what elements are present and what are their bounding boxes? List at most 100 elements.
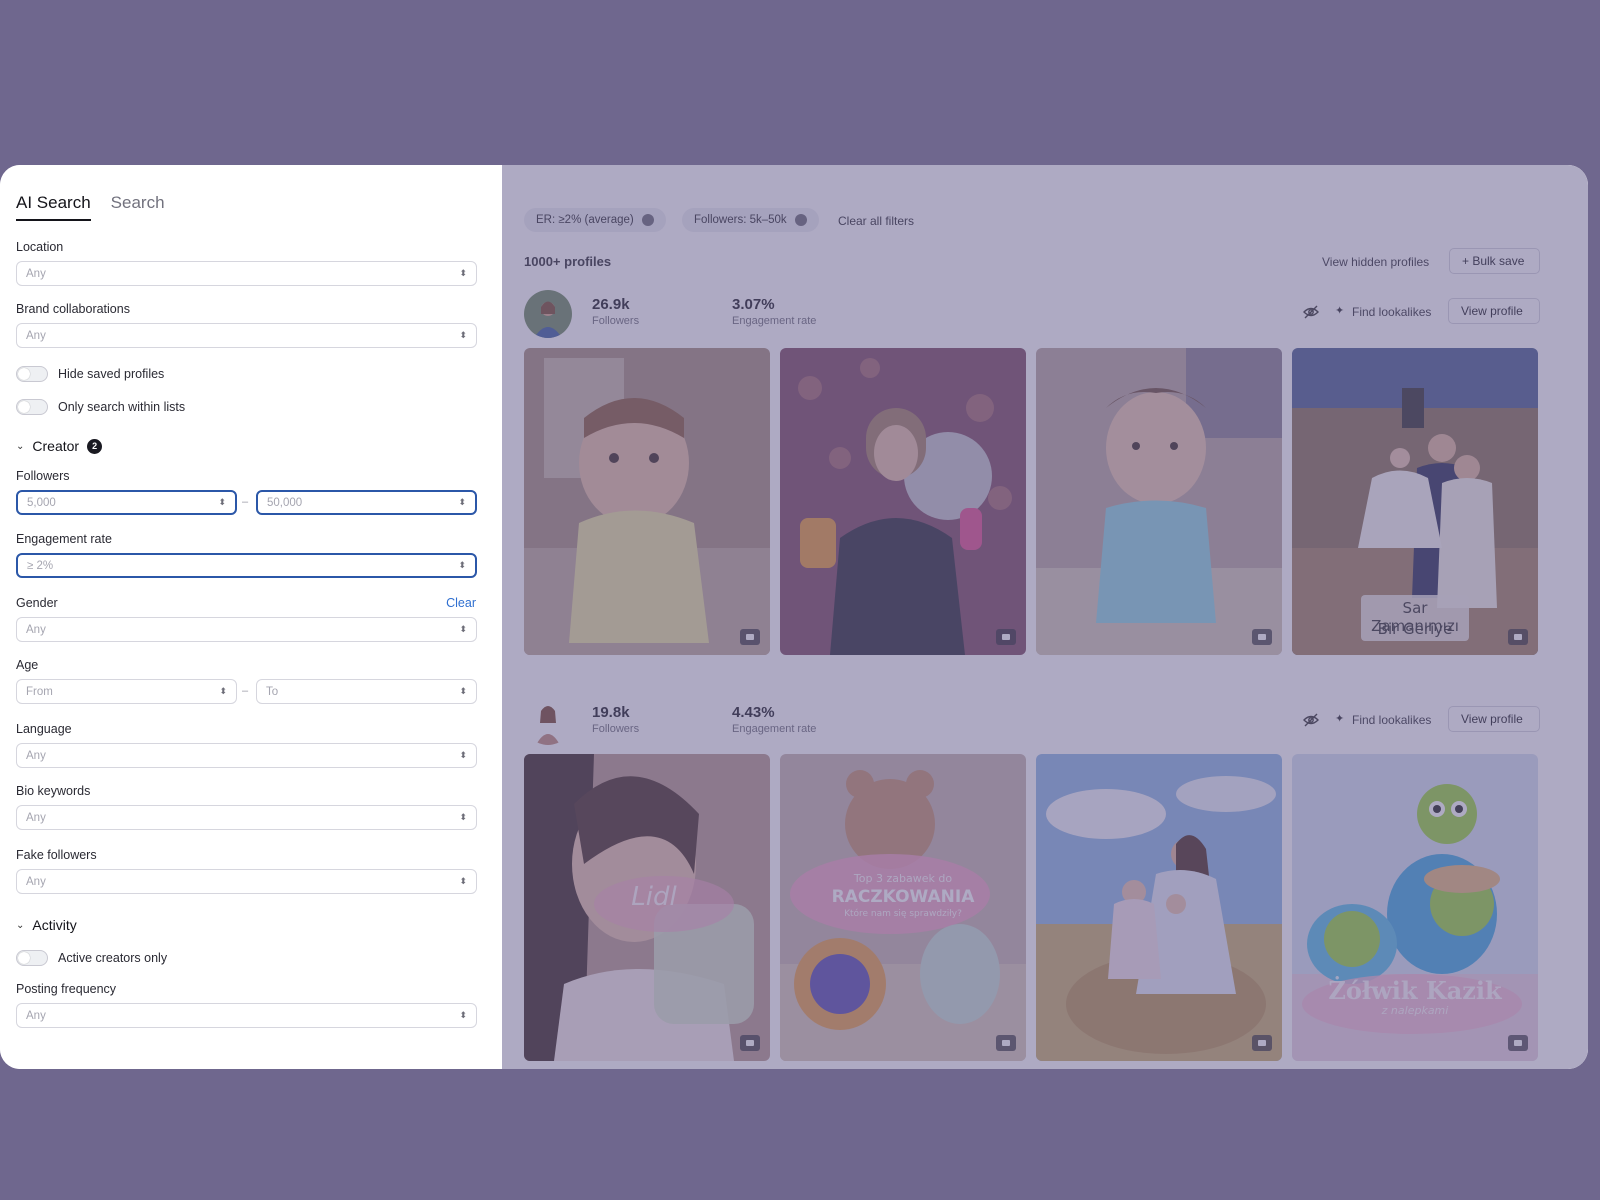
video-icon	[740, 629, 760, 645]
chevron-updown-icon: ⬍	[459, 876, 467, 886]
find-lookalikes-button[interactable]: Find lookalikes	[1352, 305, 1431, 319]
filter-sidebar: AI Search Search Location Any ⬍ Brand col…	[0, 165, 502, 1069]
avatar[interactable]	[524, 290, 572, 338]
filter-chip-er[interactable]: ER: ≥2% (average)	[524, 208, 666, 232]
fake-followers-value: Any	[26, 875, 46, 888]
post-caption-line: Które nam się sprawdziły?	[844, 909, 962, 919]
age-to-value: To	[266, 685, 279, 698]
post-thumbnail[interactable]: Sar Zamanımızı Bir Geriye	[1292, 348, 1538, 655]
chevron-down-icon: ⌄	[16, 919, 25, 931]
engagement-select[interactable]: ≥ 2% ⬍	[16, 553, 477, 578]
post-thumbnail[interactable]	[780, 348, 1026, 655]
posting-frequency-select[interactable]: Any ⬍	[16, 1003, 477, 1028]
tab-ai-search[interactable]: AI Search	[16, 193, 91, 221]
hide-profile-icon[interactable]	[1302, 711, 1320, 729]
chevron-updown-icon: ⬍	[458, 560, 466, 570]
chevron-updown-icon: ⬍	[458, 497, 466, 507]
active-only-toggle[interactable]	[16, 950, 48, 966]
fake-followers-label: Fake followers	[16, 848, 97, 862]
engagement-value: ≥ 2%	[27, 559, 54, 572]
video-icon	[996, 629, 1016, 645]
engagement-label: Engagement rate	[16, 532, 112, 546]
post-thumbnail[interactable]	[1036, 754, 1282, 1061]
tab-search[interactable]: Search	[111, 193, 165, 221]
post-thumbnail[interactable]	[1036, 348, 1282, 655]
chevron-updown-icon: ⬍	[459, 268, 467, 278]
bio-value: Any	[26, 811, 46, 824]
results-count: 1000+ profiles	[524, 254, 612, 269]
chevron-down-icon: ⌄	[16, 440, 25, 452]
location-label: Location	[16, 240, 64, 254]
hide-saved-row: Hide saved profiles	[16, 366, 164, 382]
sparkle-icon: ✦	[1335, 305, 1345, 317]
bulk-save-button[interactable]: + Bulk save	[1449, 248, 1540, 274]
activity-section-label: Activity	[32, 917, 77, 933]
video-icon	[740, 1035, 760, 1051]
chevron-updown-icon: ⬍	[459, 812, 467, 822]
location-value: Any	[26, 267, 46, 280]
engagement-rate-value: 4.43%	[732, 704, 775, 721]
video-icon	[1508, 1035, 1528, 1051]
followers-count: 19.8k	[592, 704, 630, 721]
active-only-row: Active creators only	[16, 950, 167, 966]
avatar[interactable]	[524, 697, 572, 745]
remove-filter-icon[interactable]	[641, 214, 654, 226]
view-hidden-profiles-link[interactable]: View hidden profiles	[1322, 255, 1429, 269]
post-caption-line: z nalepkami	[1381, 1004, 1449, 1017]
brand-select[interactable]: Any ⬍	[16, 323, 477, 348]
hide-saved-toggle[interactable]	[16, 366, 48, 382]
posting-frequency-label: Posting frequency	[16, 982, 117, 996]
age-to-select[interactable]: To ⬍	[256, 679, 477, 704]
filter-chip-er-label: ER: ≥2% (average)	[536, 214, 634, 226]
within-lists-row: Only search within lists	[16, 399, 185, 415]
followers-max-value: 50,000	[267, 496, 303, 509]
post-caption-line: Lidl	[631, 882, 677, 912]
activity-section-toggle[interactable]: ⌄ Activity	[16, 917, 77, 933]
gender-select[interactable]: Any ⬍	[16, 617, 477, 642]
post-thumbnail[interactable]: Żółwik Kazik z nalepkami	[1292, 754, 1538, 1061]
range-dash: –	[242, 685, 249, 697]
post-thumbnail[interactable]: Top 3 zabawek do RACZKOWANIA Które nam s…	[780, 754, 1026, 1061]
active-only-label: Active creators only	[58, 951, 168, 965]
clear-all-filters-link[interactable]: Clear all filters	[838, 214, 914, 228]
chevron-updown-icon: ⬍	[219, 686, 227, 696]
brand-value: Any	[26, 329, 46, 342]
post-thumbnail[interactable]	[524, 348, 770, 655]
chevron-updown-icon: ⬍	[218, 497, 226, 507]
filter-chip-followers-label: Followers: 5k–50k	[694, 214, 787, 226]
video-icon	[1508, 629, 1528, 645]
gender-clear-link[interactable]: Clear	[446, 596, 476, 610]
age-from-select[interactable]: From ⬍	[16, 679, 237, 704]
engagement-rate-label: Engagement rate	[732, 723, 817, 735]
view-profile-button[interactable]: View profile	[1448, 706, 1540, 732]
hide-profile-icon[interactable]	[1302, 303, 1320, 321]
brand-label: Brand collaborations	[16, 302, 130, 316]
post-caption-line: Bir Geriye	[1377, 620, 1453, 638]
remove-filter-icon[interactable]	[794, 214, 807, 226]
followers-label: Followers	[592, 315, 640, 327]
followers-count: 26.9k	[592, 296, 630, 313]
followers-min-input[interactable]: 5,000 ⬍	[16, 490, 237, 515]
chevron-updown-icon: ⬍	[459, 330, 467, 340]
app-window: AI Search Search Location Any ⬍ Brand col…	[0, 165, 1588, 1069]
find-lookalikes-button[interactable]: Find lookalikes	[1352, 713, 1431, 727]
location-select[interactable]: Any ⬍	[16, 261, 477, 286]
language-select[interactable]: Any ⬍	[16, 743, 477, 768]
chevron-updown-icon: ⬍	[459, 686, 467, 696]
followers-min-value: 5,000	[27, 496, 56, 509]
creator-section-toggle[interactable]: ⌄ Creator 2	[16, 438, 103, 454]
post-caption-line: RACZKOWANIA	[831, 887, 975, 907]
engagement-rate-label: Engagement rate	[732, 315, 817, 327]
within-lists-toggle[interactable]	[16, 399, 48, 415]
followers-label: Followers	[16, 469, 70, 483]
view-profile-button[interactable]: View profile	[1448, 298, 1540, 324]
post-thumbnail[interactable]: Lidl	[524, 754, 770, 1061]
age-from-value: From	[26, 685, 53, 698]
filter-chip-followers[interactable]: Followers: 5k–50k	[682, 208, 819, 232]
video-icon	[1252, 1035, 1272, 1051]
fake-followers-select[interactable]: Any ⬍	[16, 869, 477, 894]
video-icon	[1252, 629, 1272, 645]
followers-max-input[interactable]: 50,000 ⬍	[256, 490, 477, 515]
creator-section-label: Creator	[32, 438, 80, 454]
bio-select[interactable]: Any ⬍	[16, 805, 477, 830]
